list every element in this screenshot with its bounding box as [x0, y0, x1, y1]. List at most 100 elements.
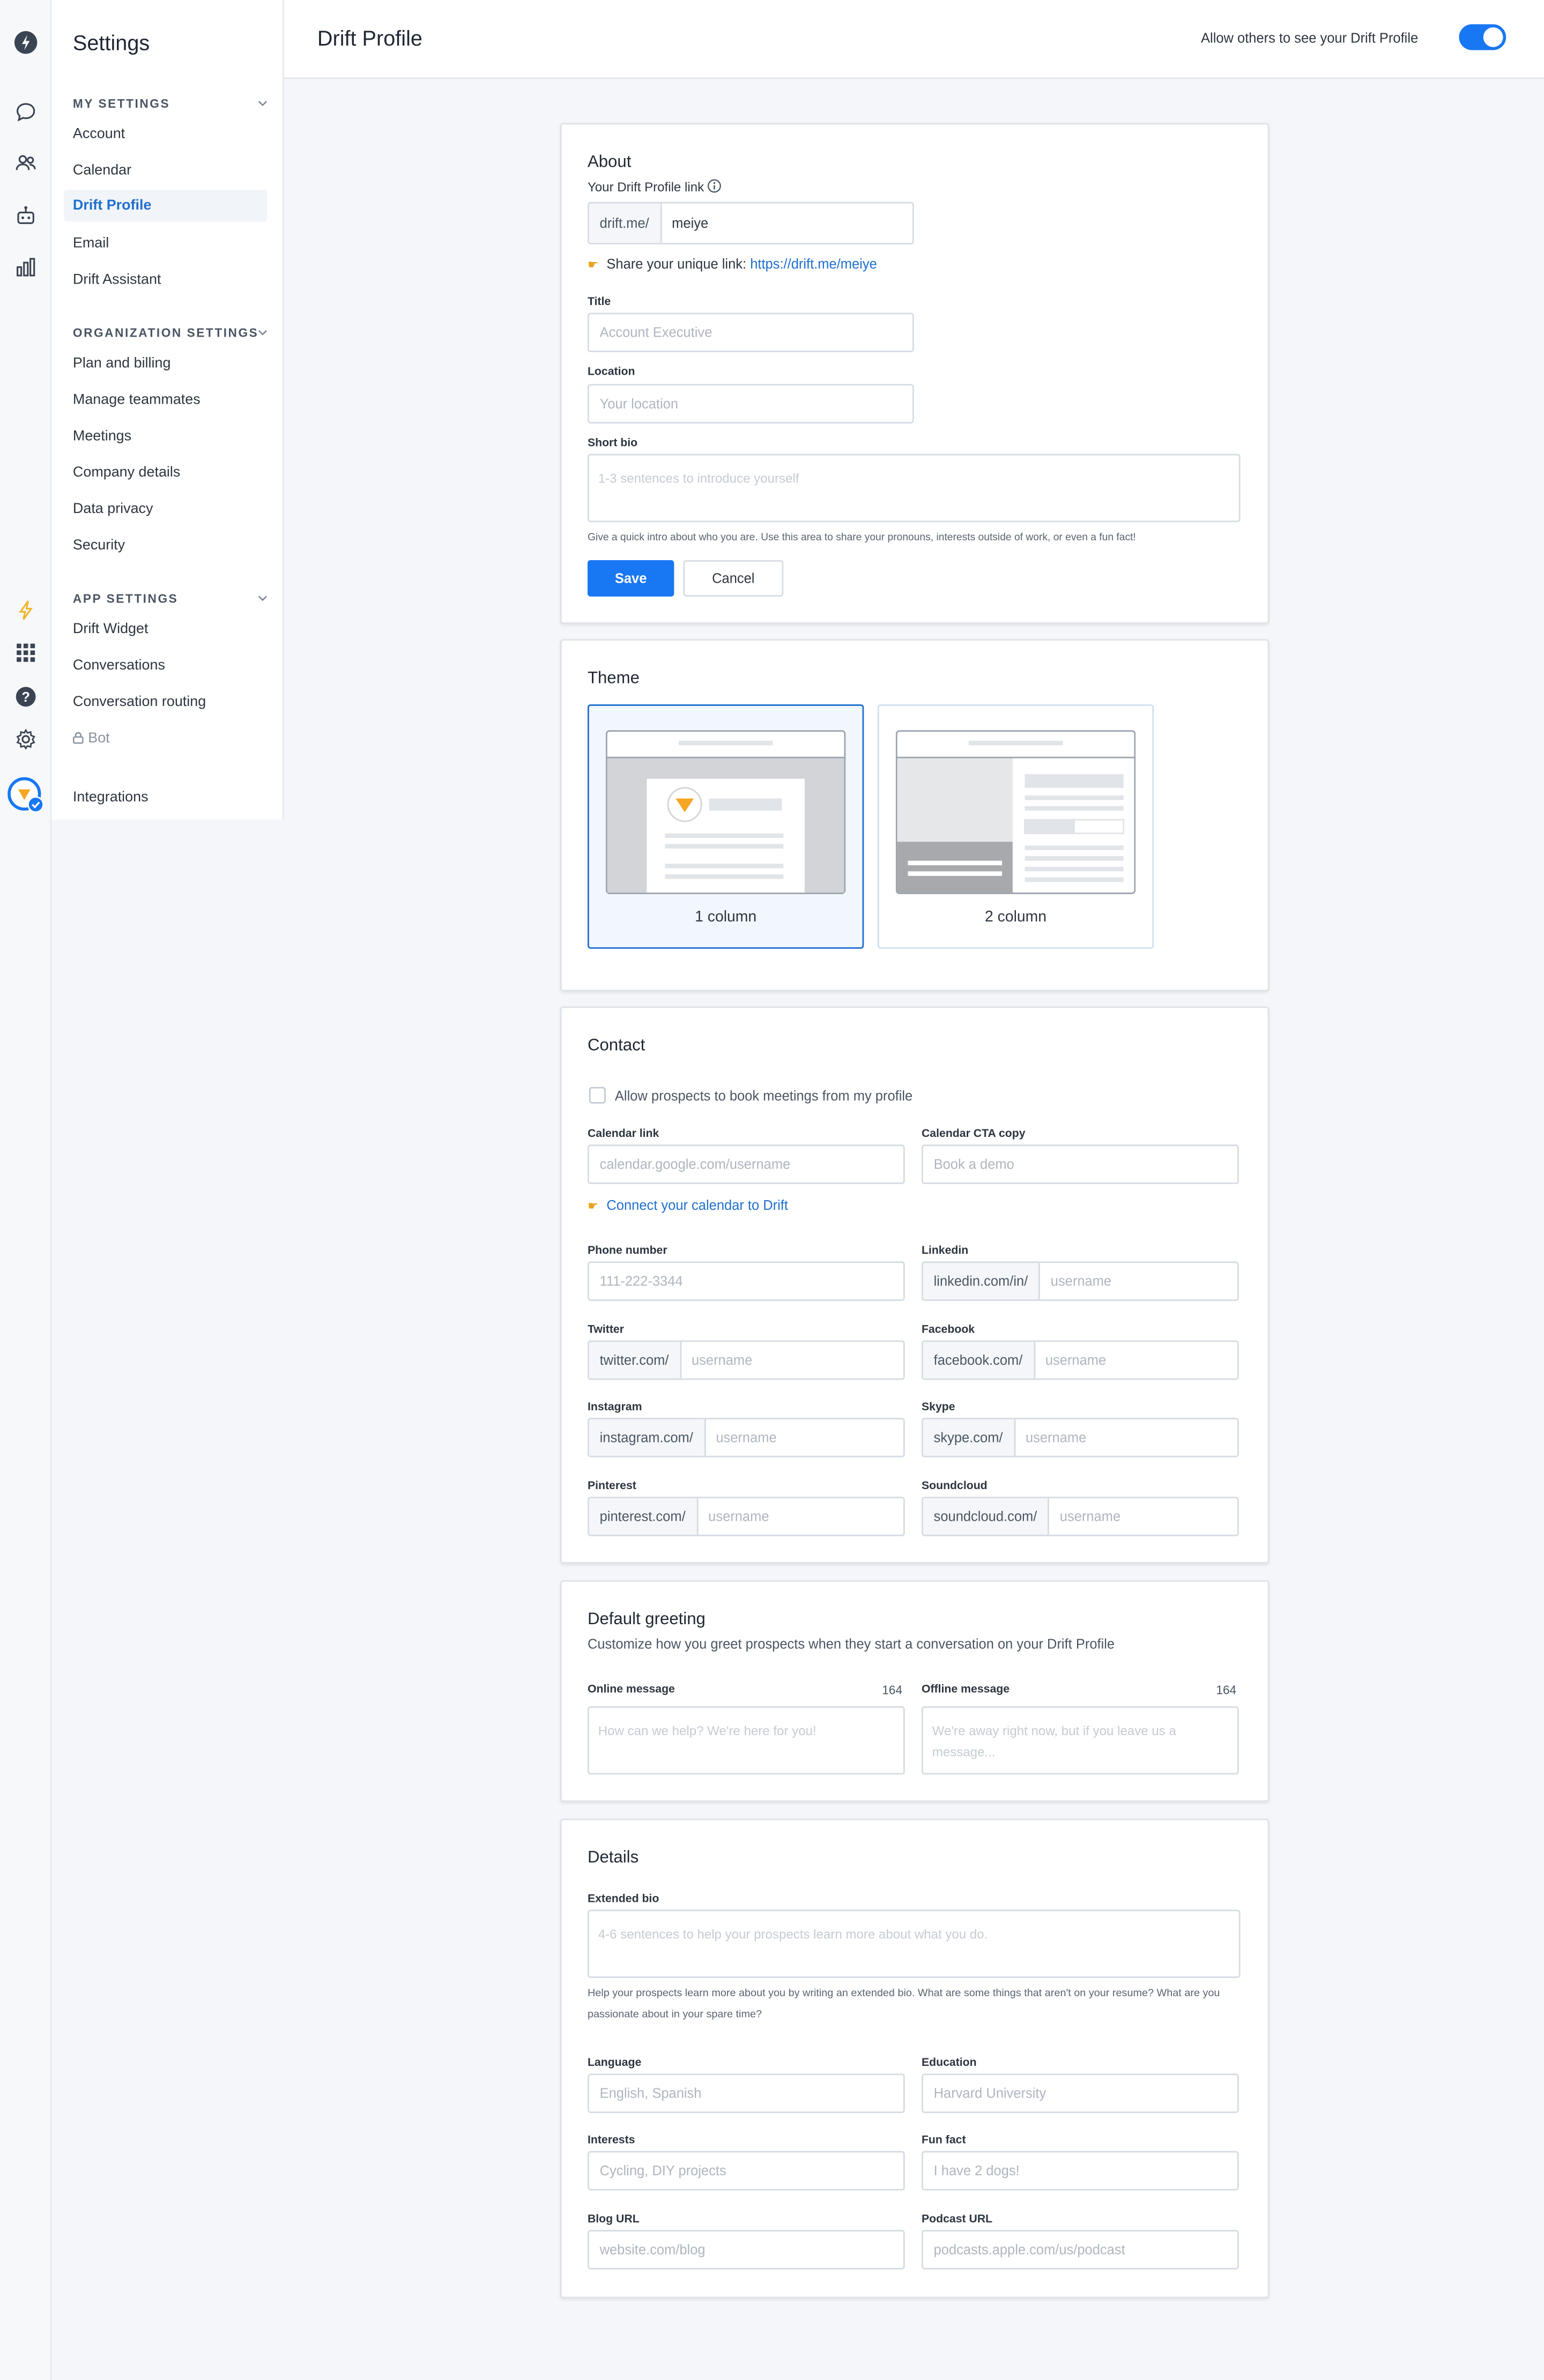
podcast-url-label: Podcast URL — [921, 2212, 993, 2226]
apps-grid-icon[interactable] — [12, 639, 38, 665]
blog-url-input[interactable]: website.com/blog — [587, 2230, 905, 2270]
chevron-down-icon[interactable] — [258, 328, 267, 337]
location-label: Location — [587, 364, 635, 378]
contact-card: Contact Allow prospects to book meetings… — [560, 1006, 1270, 1564]
toggle-knob — [1483, 27, 1503, 47]
podcast-url-input[interactable]: podcasts.apple.com/us/podcast — [921, 2230, 1239, 2270]
sidebar-item-security[interactable]: Security — [64, 530, 267, 561]
phone-label: Phone number — [587, 1243, 667, 1257]
calendar-link-input[interactable]: calendar.google.com/username — [587, 1144, 905, 1184]
calendar-cta-placeholder: Book a demo — [933, 1156, 1014, 1172]
sidebar-item-drift-profile[interactable]: Drift Profile — [63, 189, 268, 222]
info-icon[interactable] — [708, 179, 722, 193]
cancel-button[interactable]: Cancel — [683, 560, 784, 597]
chat-bubble-icon[interactable] — [12, 99, 38, 124]
location-input[interactable]: Your location — [587, 384, 914, 424]
phone-input[interactable]: 111-222-3344 — [587, 1261, 905, 1301]
share-link-text: Share your unique link: — [606, 256, 747, 272]
connect-calendar-link[interactable]: Connect your calendar to Drift — [606, 1198, 788, 1213]
sidebar-item-drift-widget[interactable]: Drift Widget — [64, 613, 267, 645]
online-message-placeholder: How can we help? We're here for you! — [598, 1723, 816, 1738]
sidebar-item-manage-teammates[interactable]: Manage teammates — [64, 384, 267, 415]
language-input[interactable]: English, Spanish — [587, 2073, 905, 2114]
pinterest-input[interactable]: pinterest.com/ username — [587, 1497, 905, 1536]
blog-url-placeholder: website.com/blog — [599, 2242, 706, 2258]
language-label: Language — [587, 2055, 642, 2069]
sidebar-item-account[interactable]: Account — [64, 118, 267, 150]
instagram-input[interactable]: instagram.com/ username — [587, 1417, 905, 1457]
title-label: Title — [587, 294, 611, 308]
education-label: Education — [921, 2055, 977, 2069]
pointing-hand-icon: ☛ — [587, 1199, 599, 1213]
phone-placeholder: 111-222-3344 — [599, 1273, 683, 1289]
app-settings-heading[interactable]: APP SETTINGS — [73, 592, 178, 605]
offline-message-label: Offline message — [921, 1682, 1010, 1696]
organization-settings-heading[interactable]: ORGANIZATION SETTINGS — [73, 326, 258, 340]
twitter-input[interactable]: twitter.com/ username — [587, 1340, 905, 1380]
sidebar-item-data-privacy[interactable]: Data privacy — [64, 493, 267, 525]
location-placeholder: Your location — [599, 396, 679, 412]
bot-icon[interactable] — [12, 202, 38, 228]
visibility-toggle[interactable] — [1459, 24, 1506, 50]
user-avatar-icon[interactable] — [8, 777, 44, 814]
extended-bio-textarea[interactable]: 4-6 sentences to help your prospects lea… — [587, 1909, 1241, 1978]
save-button[interactable]: Save — [587, 560, 674, 597]
allow-booking-checkbox[interactable] — [589, 1087, 606, 1104]
interests-label: Interests — [587, 2132, 635, 2147]
contacts-icon[interactable] — [12, 149, 38, 175]
education-placeholder: Harvard University — [933, 2086, 1046, 2101]
skype-input[interactable]: skype.com/ username — [921, 1417, 1239, 1457]
soundcloud-input[interactable]: soundcloud.com/ username — [921, 1497, 1239, 1536]
chevron-down-icon[interactable] — [258, 99, 267, 108]
details-card: Details Extended bio 4-6 sentences to he… — [560, 1818, 1270, 2299]
title-input[interactable]: Account Executive — [587, 313, 914, 353]
sidebar-item-company-details[interactable]: Company details — [64, 457, 267, 488]
chevron-down-icon[interactable] — [258, 593, 267, 603]
reports-icon[interactable] — [12, 254, 38, 279]
theme-option-1-column[interactable]: 1 column — [587, 704, 864, 949]
language-placeholder: English, Spanish — [599, 2086, 702, 2101]
instagram-prefix: instagram.com/ — [589, 1419, 706, 1456]
education-input[interactable]: Harvard University — [921, 2073, 1239, 2114]
app-root: ? Settings MY SETTINGS Account Calendar … — [0, 0, 1544, 2380]
sidebar-item-integrations[interactable]: Integrations — [64, 782, 267, 813]
fun-fact-placeholder: I have 2 dogs! — [933, 2163, 1020, 2178]
drift-logo-icon[interactable] — [12, 29, 38, 55]
profile-link-input[interactable]: drift.me/ meiye — [587, 202, 914, 244]
blog-url-label: Blog URL — [587, 2212, 640, 2226]
svg-text:?: ? — [21, 689, 29, 704]
offline-message-textarea[interactable]: We're away right now, but if you leave u… — [921, 1706, 1239, 1775]
fun-fact-input[interactable]: I have 2 dogs! — [921, 2151, 1239, 2191]
online-message-textarea[interactable]: How can we help? We're here for you! — [587, 1706, 905, 1775]
my-settings-heading[interactable]: MY SETTINGS — [73, 97, 170, 110]
settings-title: Settings — [72, 30, 150, 55]
sidebar-item-email[interactable]: Email — [64, 228, 267, 259]
sidebar-item-calendar[interactable]: Calendar — [64, 155, 267, 187]
soundcloud-label: Soundcloud — [921, 1478, 988, 1492]
page-title: Drift Profile — [317, 26, 422, 50]
sidebar-item-drift-assistant[interactable]: Drift Assistant — [64, 264, 267, 296]
theme-heading: Theme — [587, 669, 640, 688]
gear-icon[interactable] — [12, 726, 38, 752]
help-icon[interactable]: ? — [12, 683, 38, 709]
facebook-input[interactable]: facebook.com/ username — [921, 1340, 1239, 1380]
sidebar-item-conversations[interactable]: Conversations — [64, 650, 267, 681]
sidebar-item-conversation-routing[interactable]: Conversation routing — [64, 686, 267, 718]
theme-option-label: 1 column — [695, 909, 757, 926]
short-bio-textarea[interactable]: 1-3 sentences to introduce yourself — [587, 453, 1241, 523]
sidebar-item-meetings[interactable]: Meetings — [64, 420, 267, 452]
linkedin-input[interactable]: linkedin.com/in/ username — [921, 1261, 1239, 1301]
fun-fact-label: Fun fact — [921, 2132, 966, 2147]
sidebar-item-bot[interactable]: Bot — [64, 723, 267, 754]
sidebar-item-plan-billing[interactable]: Plan and billing — [64, 348, 267, 380]
theme-option-2-column[interactable]: 2 column — [877, 704, 1154, 949]
soundcloud-prefix: soundcloud.com/ — [923, 1498, 1049, 1535]
lightning-icon[interactable] — [12, 597, 38, 622]
contact-heading: Contact — [587, 1037, 645, 1055]
calendar-cta-input[interactable]: Book a demo — [921, 1144, 1239, 1184]
interests-input[interactable]: Cycling, DIY projects — [587, 2151, 905, 2191]
share-link[interactable]: https://drift.me/meiye — [750, 257, 877, 272]
pinterest-prefix: pinterest.com/ — [589, 1498, 698, 1535]
pinterest-placeholder: username — [708, 1508, 769, 1524]
linkedin-label: Linkedin — [921, 1243, 969, 1257]
